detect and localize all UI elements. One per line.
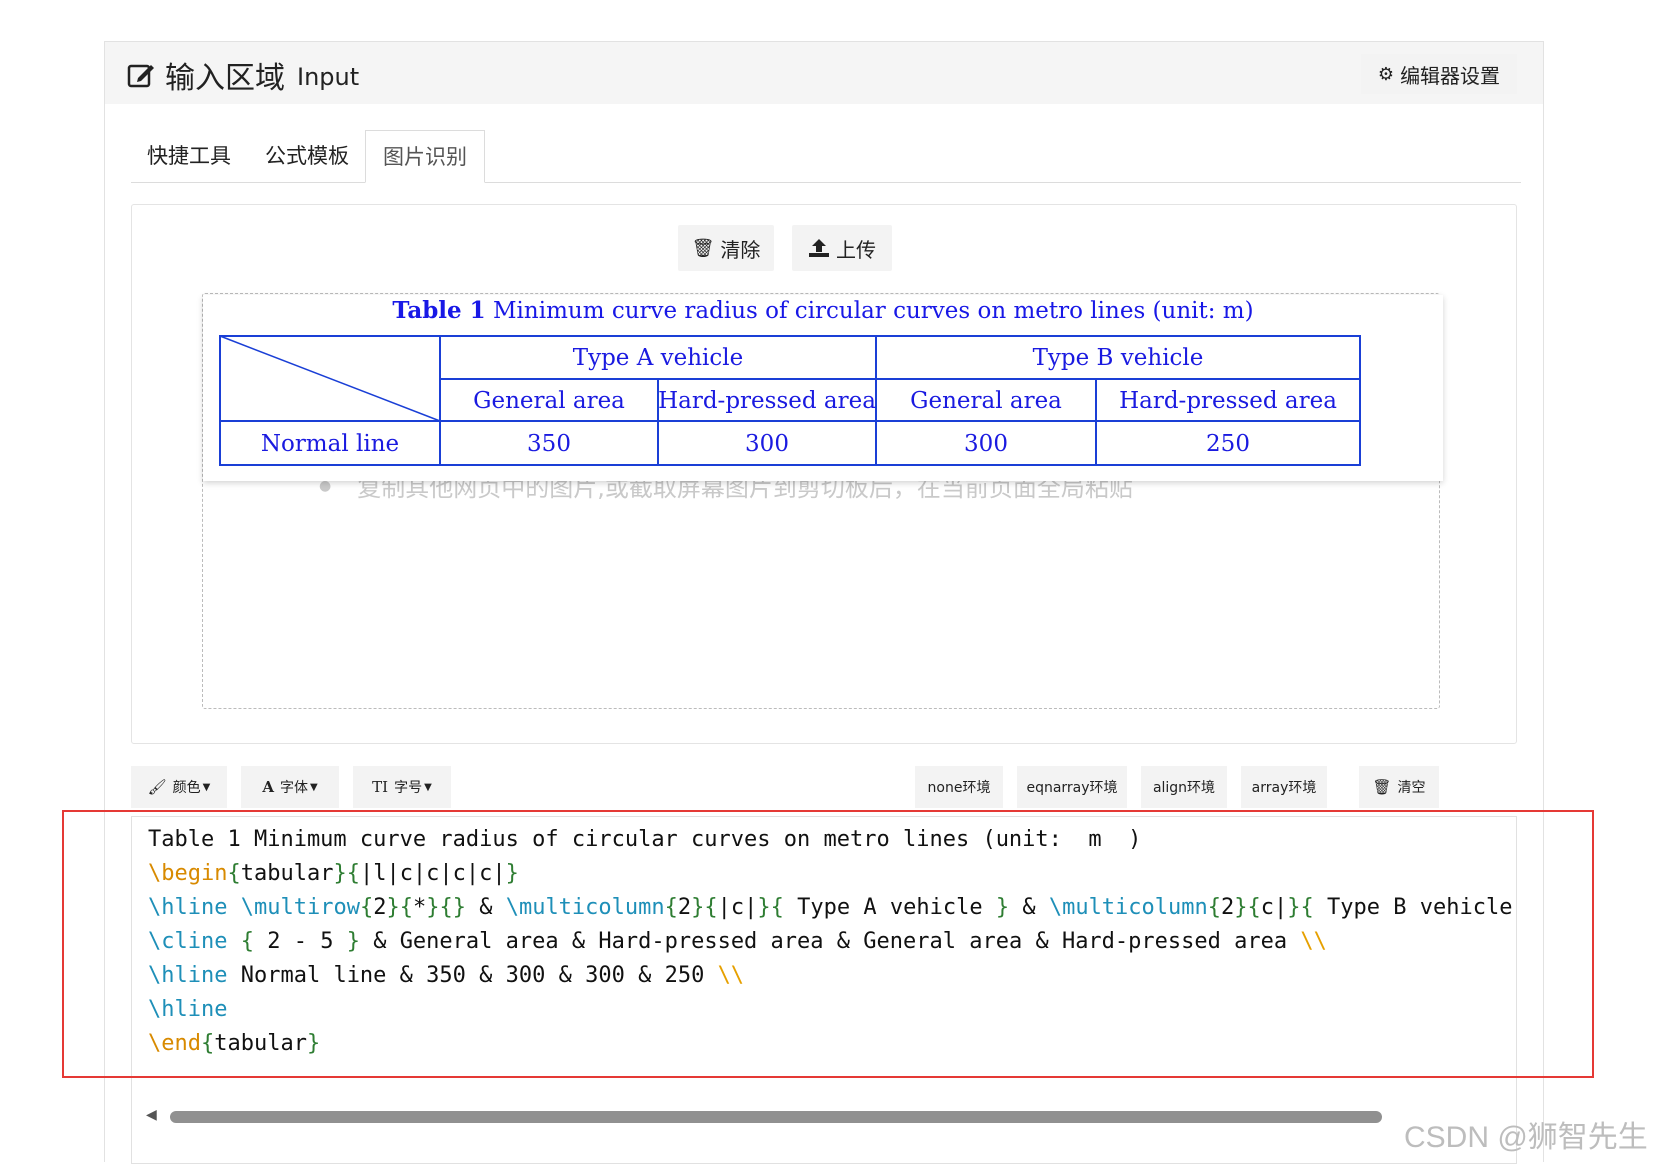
code-line-6: \hline <box>148 997 228 1022</box>
subheader-cell: Hard-pressed area <box>658 387 876 414</box>
code-line-7: \end{tabular} <box>148 1031 321 1056</box>
settings-label: 编辑器设置 <box>1400 63 1501 88</box>
subheader-cell: General area <box>910 387 1062 414</box>
preview-table: Type A vehicle Type B vehicle General ar… <box>219 335 1427 471</box>
size-label: 字号 <box>394 780 423 796</box>
editor-settings-button[interactable]: ⚙ 编辑器设置 <box>1361 54 1517 94</box>
scroll-left-icon[interactable]: ◀ <box>146 1107 157 1123</box>
panel-header: 输入区域 Input ⚙ 编辑器设置 <box>105 42 1543 104</box>
upload-icon <box>809 239 829 257</box>
header-type-a: Type A vehicle <box>572 345 744 371</box>
code-line-3: \hline \multirow{2}{*}{} & \multicolumn{… <box>148 895 1517 920</box>
env-eqnarray-button[interactable]: eqnarray环境 <box>1017 766 1127 808</box>
env-array-button[interactable]: array环境 <box>1241 766 1327 808</box>
font-icon: A <box>262 778 274 796</box>
clear-all-label: 清空 <box>1397 780 1426 796</box>
panel-title: 输入区域 Input <box>127 53 359 97</box>
env-align-button[interactable]: align环境 <box>1141 766 1227 808</box>
value-cell: 250 <box>1206 430 1250 457</box>
header-type-b: Type B vehicle <box>1032 345 1204 371</box>
code-line-2: \begin{tabular}{|l|c|c|c|c|} <box>148 861 519 886</box>
code-line-1: Table 1 Minimum curve radius of circular… <box>148 823 1516 857</box>
upload-button[interactable]: 上传 <box>792 225 892 271</box>
code-line-5: \hline Normal line & 350 & 300 & 300 & 2… <box>148 963 745 988</box>
input-panel: 输入区域 Input ⚙ 编辑器设置 快捷工具 公式模板 图片识别 🗑 清除 上… <box>104 41 1544 1164</box>
latex-code-editor[interactable]: Table 1 Minimum curve radius of circular… <box>131 816 1517 1164</box>
row-label-cell: Normal line <box>260 430 400 457</box>
subheader-cell: General area <box>473 387 625 414</box>
subheader-cell: Hard-pressed area <box>1119 387 1337 414</box>
watermark: CSDN @狮智先生 <box>1404 1121 1648 1154</box>
title-en: Input <box>297 63 360 91</box>
editor-toolbar: 🖌 颜色 ▼ A 字体 ▼ TI 字号 ▼ none环境 eqnarray环境 … <box>131 766 1515 808</box>
value-cell: 300 <box>964 430 1008 457</box>
brush-icon: 🖌 <box>147 778 167 796</box>
horizontal-scrollbar[interactable]: ◀ <box>142 1107 1506 1127</box>
gear-icon: ⚙ <box>1377 63 1395 85</box>
font-dropdown[interactable]: A 字体 ▼ <box>241 766 339 808</box>
caption-bold: Table 1 <box>392 297 486 324</box>
tab-bar: 快捷工具 公式模板 图片识别 <box>131 130 1521 183</box>
tab-quick-tools[interactable]: 快捷工具 <box>139 130 239 182</box>
color-dropdown[interactable]: 🖌 颜色 ▼ <box>131 766 227 808</box>
title-zh: 输入区域 <box>165 61 285 96</box>
clear-editor-button[interactable]: 🗑 清空 <box>1359 766 1439 808</box>
color-label: 颜色 <box>172 780 201 796</box>
tab-image-recognition[interactable]: 图片识别 <box>365 130 485 183</box>
clear-image-button[interactable]: 🗑 清除 <box>678 225 774 271</box>
caret-down-icon: ▼ <box>424 781 432 793</box>
value-cell: 300 <box>745 430 789 457</box>
font-label: 字体 <box>279 780 308 796</box>
code-line-1-text: Table 1 Minimum curve radius of circular… <box>148 827 1142 852</box>
recognized-image-preview: Table 1 Minimum curve radius of circular… <box>203 295 1443 481</box>
font-size-dropdown[interactable]: TI 字号 ▼ <box>353 766 451 808</box>
value-cell: 350 <box>527 430 571 457</box>
text-height-icon: TI <box>372 778 389 796</box>
clear-label: 清除 <box>720 237 761 262</box>
table-caption: Table 1 Minimum curve radius of circular… <box>203 297 1443 324</box>
code-line-4: \cline { 2 - 5 } & General area & Hard-p… <box>148 929 1327 954</box>
upload-label: 上传 <box>836 237 876 262</box>
caret-down-icon: ▼ <box>202 781 211 793</box>
code-content[interactable]: Table 1 Minimum curve radius of circular… <box>148 823 1517 1061</box>
caret-down-icon: ▼ <box>309 781 318 793</box>
env-none-button[interactable]: none环境 <box>915 766 1003 808</box>
tab-formula-templates[interactable]: 公式模板 <box>257 130 357 182</box>
trash-icon: 🗑 <box>691 237 715 259</box>
trash-icon: 🗑 <box>1372 778 1392 796</box>
edit-icon <box>127 64 154 88</box>
caption-rest: Minimum curve radius of circular curves … <box>485 298 1254 324</box>
scrollbar-thumb[interactable] <box>170 1111 1382 1123</box>
